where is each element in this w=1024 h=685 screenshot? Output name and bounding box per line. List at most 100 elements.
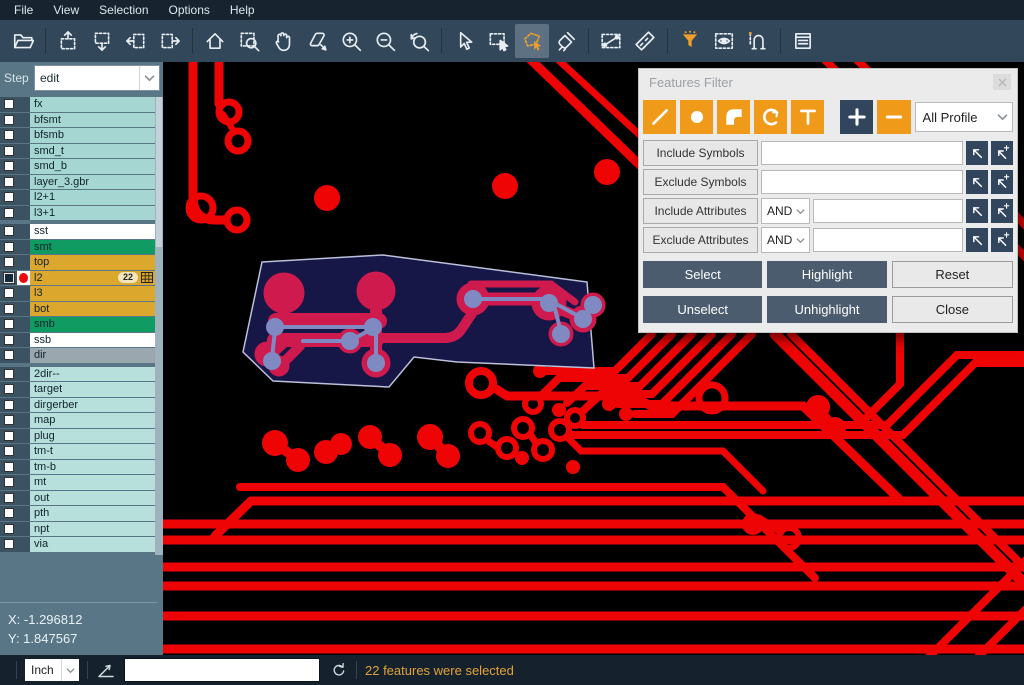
dialog-close-button[interactable] xyxy=(993,74,1011,90)
layer-row-l3[interactable]: l3 xyxy=(0,286,155,301)
select-polygon-button[interactable] xyxy=(515,24,549,58)
zoom-out-button[interactable] xyxy=(368,24,402,58)
exclude-symbols-button[interactable]: Exclude Symbols xyxy=(643,169,758,195)
layer-active-indicator[interactable] xyxy=(17,522,30,537)
layer-row-target[interactable]: target xyxy=(0,382,155,397)
pan-button[interactable] xyxy=(266,24,300,58)
profile-select[interactable]: All Profile xyxy=(915,102,1013,132)
pick-attribute-add-button[interactable] xyxy=(991,199,1013,223)
highlight-button[interactable]: Highlight xyxy=(767,261,886,288)
view-down-button[interactable] xyxy=(85,24,119,58)
layer-active-indicator[interactable] xyxy=(17,159,30,174)
command-input[interactable] xyxy=(124,658,320,682)
layer-active-indicator[interactable] xyxy=(17,190,30,205)
layer-row-npt[interactable]: npt xyxy=(0,522,155,537)
layer-visibility-checkbox[interactable] xyxy=(0,460,17,475)
filter-text-button[interactable] xyxy=(791,100,824,134)
layer-visibility-checkbox[interactable] xyxy=(0,159,17,174)
scrollbar-thumb[interactable] xyxy=(156,97,162,247)
layer-row-via[interactable]: via xyxy=(0,537,155,552)
layer-row-dirgerber[interactable]: dirgerber xyxy=(0,398,155,413)
zoom-previous-button[interactable] xyxy=(402,24,436,58)
layer-active-indicator[interactable] xyxy=(17,286,30,301)
filter-add-button[interactable] xyxy=(840,100,873,134)
menu-selection[interactable]: Selection xyxy=(89,1,158,20)
layer-row-l3+1[interactable]: l3+1 xyxy=(0,206,155,221)
layer-row-2dir--[interactable]: 2dir-- xyxy=(0,367,155,382)
layer-active-indicator[interactable] xyxy=(17,348,30,363)
layer-visibility-checkbox[interactable] xyxy=(0,190,17,205)
view-features-button[interactable] xyxy=(707,24,741,58)
layer-visibility-checkbox[interactable] xyxy=(0,255,17,270)
layer-row-plug[interactable]: plug xyxy=(0,429,155,444)
pick-symbol-add-button[interactable] xyxy=(991,141,1013,165)
layer-row-map[interactable]: map xyxy=(0,413,155,428)
unit-select[interactable]: Inch xyxy=(25,659,79,681)
clean-button[interactable] xyxy=(549,24,583,58)
view-left-button[interactable] xyxy=(119,24,153,58)
layer-row-sst[interactable]: sst xyxy=(0,224,155,239)
include-attributes-button[interactable]: Include Attributes xyxy=(643,198,758,224)
layer-visibility-checkbox[interactable] xyxy=(0,271,17,286)
layer-visibility-checkbox[interactable] xyxy=(0,444,17,459)
layer-active-indicator[interactable] xyxy=(17,128,30,143)
features-filter-button[interactable] xyxy=(673,24,707,58)
layer-row-fx[interactable]: fx xyxy=(0,97,155,112)
open-button[interactable] xyxy=(6,24,40,58)
layer-row-layer_3.gbr[interactable]: layer_3.gbr xyxy=(0,175,155,190)
layer-active-indicator[interactable] xyxy=(17,271,30,286)
layer-row-dir[interactable]: dir xyxy=(0,348,155,363)
layer-visibility-checkbox[interactable] xyxy=(0,224,17,239)
filter-remove-button[interactable] xyxy=(877,100,910,134)
layer-visibility-checkbox[interactable] xyxy=(0,367,17,382)
pick-symbol-add-button[interactable] xyxy=(991,170,1013,194)
unselect-button[interactable]: Unselect xyxy=(643,296,762,323)
layer-visibility-checkbox[interactable] xyxy=(0,144,17,159)
snap-button[interactable] xyxy=(741,24,775,58)
unhighlight-button[interactable]: Unhighlight xyxy=(767,296,886,323)
exclude-attributes-button[interactable]: Exclude Attributes xyxy=(643,227,758,253)
layer-visibility-checkbox[interactable] xyxy=(0,429,17,444)
ruler-button[interactable] xyxy=(628,24,662,58)
view-right-button[interactable] xyxy=(153,24,187,58)
layer-active-indicator[interactable] xyxy=(17,491,30,506)
layer-visibility-checkbox[interactable] xyxy=(0,413,17,428)
layer-visibility-checkbox[interactable] xyxy=(0,382,17,397)
select-rectangle-button[interactable] xyxy=(481,24,515,58)
select-button[interactable]: Select xyxy=(643,261,762,288)
layer-row-smd_b[interactable]: smd_b xyxy=(0,159,155,174)
layer-visibility-checkbox[interactable] xyxy=(0,537,17,552)
layer-visibility-checkbox[interactable] xyxy=(0,286,17,301)
layer-active-indicator[interactable] xyxy=(17,537,30,552)
layer-visibility-checkbox[interactable] xyxy=(0,317,17,332)
close-button[interactable]: Close xyxy=(892,296,1013,323)
layer-visibility-checkbox[interactable] xyxy=(0,475,17,490)
layer-row-bfsmt[interactable]: bfsmt xyxy=(0,113,155,128)
select-button[interactable] xyxy=(447,24,481,58)
menu-view[interactable]: View xyxy=(43,1,89,20)
layer-active-indicator[interactable] xyxy=(17,302,30,317)
layer-visibility-checkbox[interactable] xyxy=(0,302,17,317)
layer-active-indicator[interactable] xyxy=(17,367,30,382)
layer-list-scrollbar[interactable] xyxy=(155,97,163,555)
home-view-button[interactable] xyxy=(198,24,232,58)
menu-help[interactable]: Help xyxy=(220,1,265,20)
layer-row-pth[interactable]: pth xyxy=(0,506,155,521)
layer-active-indicator[interactable] xyxy=(17,382,30,397)
pick-attribute-button[interactable] xyxy=(966,228,988,252)
layer-visibility-checkbox[interactable] xyxy=(0,240,17,255)
filter-pad-button[interactable] xyxy=(680,100,713,134)
layer-row-ssb[interactable]: ssb xyxy=(0,333,155,348)
layer-active-indicator[interactable] xyxy=(17,113,30,128)
layer-visibility-checkbox[interactable] xyxy=(0,491,17,506)
layer-active-indicator[interactable] xyxy=(17,317,30,332)
layer-visibility-checkbox[interactable] xyxy=(0,333,17,348)
pick-attribute-button[interactable] xyxy=(966,199,988,223)
panel-button[interactable] xyxy=(786,24,820,58)
exclude-attributes-input[interactable] xyxy=(813,228,963,252)
layer-active-indicator[interactable] xyxy=(17,475,30,490)
filter-arc-button[interactable] xyxy=(754,100,787,134)
layer-active-indicator[interactable] xyxy=(17,333,30,348)
layer-active-indicator[interactable] xyxy=(17,460,30,475)
layer-row-l2[interactable]: l222 xyxy=(0,271,155,286)
